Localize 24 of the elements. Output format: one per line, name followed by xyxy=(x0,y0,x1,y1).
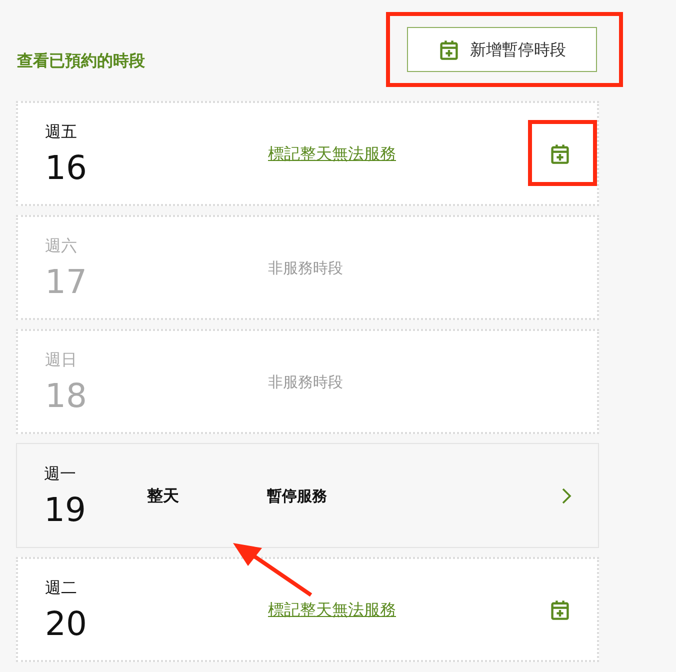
time-label: 整天 xyxy=(147,486,179,504)
weekday-label: 週五 xyxy=(45,120,78,142)
weekday-label: 週六 xyxy=(45,234,78,256)
weekday-label: 週日 xyxy=(45,348,78,370)
calendar-add-icon xyxy=(549,598,571,620)
highlight-frame xyxy=(528,120,597,186)
calendar-add-icon xyxy=(438,38,460,60)
date-number: 18 xyxy=(45,376,88,416)
page-title: 查看已預約的時段 xyxy=(16,50,145,72)
status-label: 暫停服務 xyxy=(267,486,327,504)
calendar-add-icon xyxy=(549,142,571,164)
add-pause-period-button[interactable]: 新增暫停時段 xyxy=(407,27,597,72)
date-number: 16 xyxy=(45,148,88,188)
chevron-right-icon xyxy=(560,486,572,504)
mark-unavailable-link[interactable]: 標記整天無法服務 xyxy=(268,144,396,162)
date-number: 17 xyxy=(45,262,88,302)
day-card[interactable]: 週一 19 整天 暫停服務 xyxy=(16,443,599,548)
date-number: 20 xyxy=(45,604,88,644)
mark-unavailable-link[interactable]: 標記整天無法服務 xyxy=(268,600,396,618)
status-label: 非服務時段 xyxy=(268,372,343,390)
status-label: 非服務時段 xyxy=(268,258,343,276)
weekday-label: 週二 xyxy=(45,576,78,598)
weekday-label: 週一 xyxy=(44,462,77,484)
date-number: 19 xyxy=(44,490,87,530)
